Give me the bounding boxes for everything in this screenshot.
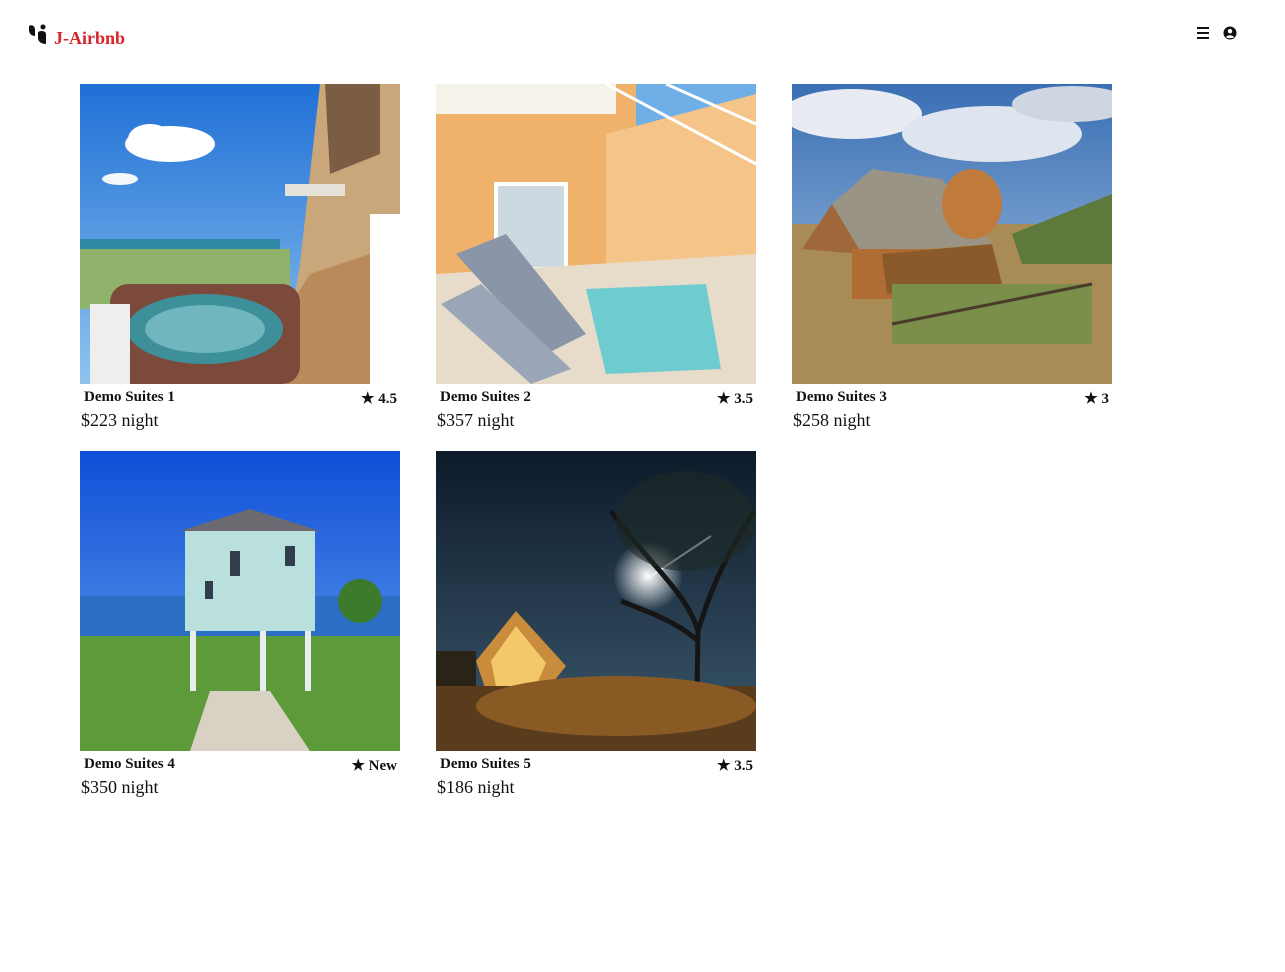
- listing-rating: ★ 3.5: [717, 758, 753, 774]
- listing-rating: ★ 3.5: [717, 391, 753, 407]
- listing-rating: ★ New: [351, 758, 397, 774]
- top-bar: J-Airbnb: [0, 0, 1285, 70]
- listing-photo-stilt-beach-house[interactable]: [80, 451, 400, 751]
- listing-photo-hot-tub-beach-deck[interactable]: [80, 84, 400, 384]
- listing-rating: ★ 4.5: [361, 391, 397, 407]
- brand-name: J-Airbnb: [54, 27, 126, 48]
- listing-photo-patio-pool[interactable]: [436, 84, 756, 384]
- listing-price: $186 night: [437, 777, 515, 797]
- user-account-icon[interactable]: [1223, 26, 1237, 40]
- listing-card[interactable]: Demo Suites 2 ★ 3.5 $357 night: [436, 84, 756, 431]
- listing-name[interactable]: Demo Suites 5: [440, 756, 531, 773]
- listing-price: $357 night: [437, 410, 515, 430]
- hamburger-menu-icon[interactable]: [1197, 26, 1211, 40]
- listing-card[interactable]: Demo Suites 5 ★ 3.5 $186 night: [436, 451, 756, 798]
- listing-price: $223 night: [81, 410, 159, 430]
- listing-card[interactable]: Demo Suites 4 ★ New $350 night: [80, 451, 400, 798]
- listing-photo-log-cabin[interactable]: [792, 84, 1112, 384]
- listing-name[interactable]: Demo Suites 2: [440, 389, 531, 406]
- logo-icon: [29, 24, 46, 44]
- listing-card[interactable]: Demo Suites 3 ★ 3 $258 night: [792, 84, 1112, 431]
- listing-price: $258 night: [793, 410, 871, 430]
- listing-name[interactable]: Demo Suites 3: [796, 389, 887, 406]
- listing-name[interactable]: Demo Suites 4: [84, 756, 175, 773]
- listing-rating: ★ 3: [1084, 391, 1109, 407]
- listing-photo-night-a-frame[interactable]: [436, 451, 756, 751]
- listing-name[interactable]: Demo Suites 1: [84, 389, 175, 406]
- home-logo-link[interactable]: J-Airbnb: [28, 24, 126, 48]
- listing-price: $350 night: [81, 777, 159, 797]
- listing-card[interactable]: Demo Suites 1 ★ 4.5 $223 night: [80, 84, 400, 431]
